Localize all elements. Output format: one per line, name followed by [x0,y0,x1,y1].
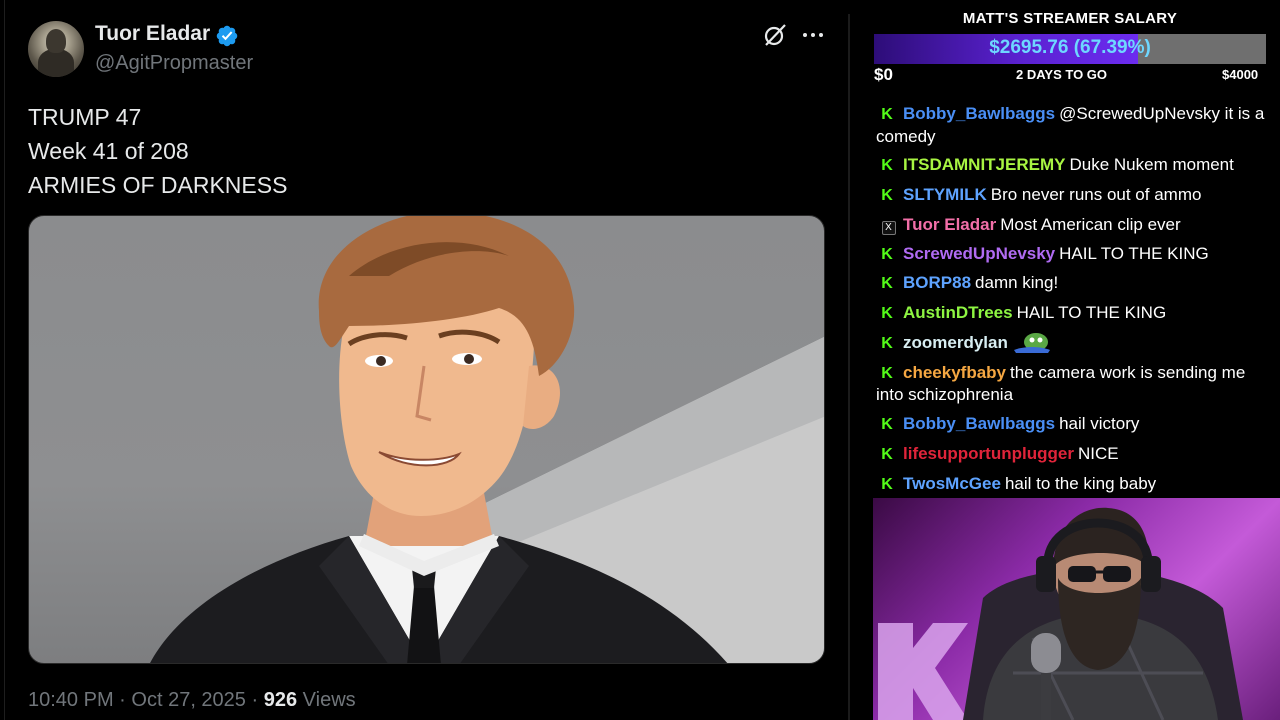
chat-username[interactable]: Tuor Eladar [903,215,996,234]
author-name[interactable]: Tuor Eladar [95,22,210,46]
chat-text: Most American clip ever [1000,214,1181,234]
separator: · [251,689,259,711]
chat-message: K Bobby_Bawlbaggs hail victory [876,413,1272,436]
tweet-text: TRUMP 47 Week 41 of 208 ARMIES OF DARKNE… [28,100,287,202]
salary-amount: $2695.76 (67.39%) [989,37,1151,58]
views-label: Views [302,689,356,711]
salary-max-label: $4000 [1222,67,1259,82]
chat-text: hail victory [1059,414,1140,434]
chat-text: hail to the king baby [1004,473,1157,493]
kick-badge-icon: K [881,106,893,123]
tweet-panel: Tuor Eladar @AgitPropmaster TRUMP 47 Wee… [0,0,850,720]
salary-title: MATT'S STREAMER SALARY [962,10,1178,27]
tweet-timestamp[interactable]: 10:40 PM · Oct 27, 2025 · 926 Views [28,689,356,712]
kick-badge-icon: K [881,445,893,463]
chat-text: NICE [1077,443,1119,463]
chat-message: K BORP88 damn king! [876,272,1272,295]
tweet-line: TRUMP 47 [28,104,142,130]
chat-username[interactable]: ITSDAMNITJEREMY [903,155,1065,174]
chat-message: K AustinDTrees HAIL TO THE KING [876,302,1272,325]
webcam-feed [873,498,1280,720]
x-badge-icon: X [876,214,898,236]
chat-username[interactable]: lifesupportunplugger [903,444,1074,463]
chat-feed: K Bobby_Bawlbaggs @ScrewedUpNevsky it is a… [876,103,1272,503]
tweet-media-image[interactable] [28,215,825,664]
chat-message: X Tuor Eladar Most American clip ever [876,214,1272,236]
tweet-line: Week 41 of 208 [28,138,189,164]
tweet-date: Oct 27, 2025 [131,689,246,711]
chat-text: HAIL TO THE KING [1059,243,1209,263]
salary-min-label: $0 [874,65,893,84]
chat-username[interactable]: ScrewedUpNevsky [903,244,1055,263]
chat-message: K Bobby_Bawlbaggs @ScrewedUpNevsky it is a… [876,103,1272,147]
chat-username[interactable]: Bobby_Bawlbaggs [903,104,1055,123]
separator: · [119,689,126,711]
grok-icon[interactable] [762,22,788,48]
tweet-line: ARMIES OF DARKNESS [28,172,288,198]
salary-progress-bar: $2695.76 (67.39%) [874,34,1266,64]
chat-text: Bro never runs out of ammo [990,185,1202,205]
chat-message: Kcheekyfbaby the camera work is sending m… [876,362,1272,406]
kick-badge-icon: K [881,275,893,293]
chat-message: K ITSDAMNITJEREMY Duke Nukem moment [876,154,1272,177]
verified-badge-icon [216,25,238,47]
kick-badge-icon: K [881,364,893,382]
kick-badge-icon: K [881,335,893,353]
kick-badge-icon: K [881,187,893,205]
pepe-emote [1013,333,1050,354]
panel-divider [848,14,850,720]
kick-badge-icon: K [881,305,893,323]
tweet-time: 10:40 PM [28,689,114,711]
chat-text: HAIL TO THE KING [1016,303,1167,323]
chat-username[interactable]: zoomerdylan [903,333,1008,352]
chat-text: damn king! [975,273,1059,293]
kick-badge-icon: K [881,475,893,493]
chat-text: Duke Nukem moment [1069,155,1234,175]
kick-badge-icon: K [881,416,893,434]
x-logo-icon: X [881,220,896,235]
chat-username[interactable]: BORP88 [903,273,971,292]
chat-username[interactable]: SLTYMILK [903,185,987,204]
author-avatar[interactable] [28,21,84,77]
chat-message: Kzoomerdylan [876,332,1272,355]
salary-time-left: 2 DAYS TO GO [1016,67,1108,82]
chat-username[interactable]: cheekyfbaby [903,363,1006,382]
chat-message: K SLTYMILK Bro never runs out of ammo [876,184,1272,207]
kick-badge-icon: K [881,157,893,175]
more-icon[interactable] [800,22,826,48]
author-handle[interactable]: @AgitPropmaster [95,52,253,75]
chat-username[interactable]: Bobby_Bawlbaggs [903,414,1055,433]
chat-message: Klifesupportunplugger NICE [876,443,1272,466]
edge-line [4,0,5,720]
chat-username[interactable]: AustinDTrees [903,303,1013,322]
chat-username[interactable]: TwosMcGee [903,474,1001,493]
kick-badge-icon: K [881,245,893,263]
views-count: 926 [263,689,298,711]
chat-message: K TwosMcGee hail to the king baby [876,473,1272,496]
chat-message: K ScrewedUpNevsky HAIL TO THE KING [876,243,1272,266]
